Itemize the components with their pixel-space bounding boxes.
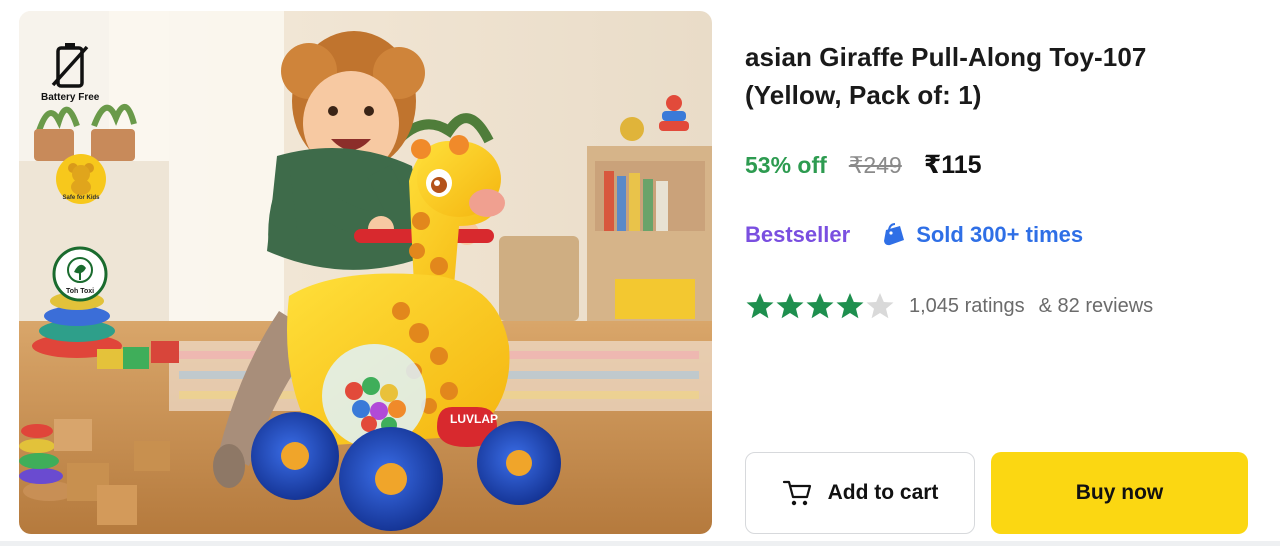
shopping-bag-icon <box>884 223 905 246</box>
product-title: asian Giraffe Pull-Along Toy-107 (Yellow… <box>745 42 1147 110</box>
tags-row: Bestseller Sold 300+ times <box>745 222 1083 248</box>
battery-free-badge: Battery Free <box>41 41 99 103</box>
battery-free-label: Battery Free <box>41 92 100 103</box>
bottom-divider <box>0 541 1280 546</box>
add-to-cart-button[interactable]: Add to cart <box>745 452 975 534</box>
original-price: ₹249 <box>848 152 902 178</box>
add-to-cart-label: Add to cart <box>827 481 939 504</box>
leaf-icon: Toh Toxi <box>52 246 108 302</box>
product-page: LUVLAP Battery Free Safe for Kids Toh To… <box>0 0 1280 546</box>
discount-percent: 53% off <box>745 152 827 178</box>
star-filled-icon <box>746 293 774 319</box>
selling-price: ₹115 <box>923 151 982 179</box>
star-rating <box>745 291 895 321</box>
buy-now-label: Buy now <box>1075 481 1164 504</box>
reviews-count[interactable]: & 82 reviews <box>1039 295 1154 318</box>
cart-icon <box>782 480 811 506</box>
battery-off-icon <box>51 43 89 88</box>
product-image[interactable]: LUVLAP Battery Free Safe for Kids Toh To… <box>19 11 712 534</box>
price-row: 53% off ₹249 ₹115 <box>745 150 982 180</box>
non-toxic-badge: Toh Toxi <box>52 246 108 302</box>
bestseller-badge: Bestseller <box>745 222 851 247</box>
ratings-count[interactable]: 1,045 ratings <box>909 295 1025 318</box>
safe-for-kids-label: Safe for Kids <box>62 195 100 201</box>
star-empty-icon <box>866 293 894 319</box>
sold-count-badge: Sold 300+ times <box>880 222 1083 248</box>
sold-count-label: Sold 300+ times <box>916 222 1084 247</box>
toy-brand-label: LUVLAP <box>450 412 498 426</box>
star-filled-icon <box>776 293 804 319</box>
teddy-bear-icon: Safe for Kids <box>56 154 106 204</box>
star-filled-icon <box>836 293 864 319</box>
product-photo-illustration: LUVLAP <box>19 11 712 534</box>
star-filled-icon <box>806 293 834 319</box>
rating-row[interactable]: 1,045 ratings & 82 reviews <box>745 291 1153 321</box>
safe-for-kids-badge: Safe for Kids <box>54 152 108 206</box>
buy-now-button[interactable]: Buy now <box>991 452 1248 534</box>
non-toxic-label: Toh Toxi <box>66 288 94 295</box>
